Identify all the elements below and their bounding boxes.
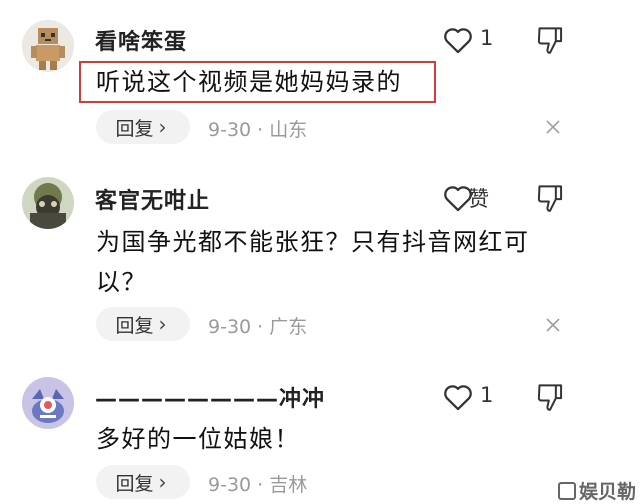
- chevron-right-icon: ›: [158, 115, 167, 139]
- reply-button[interactable]: 回复 ›: [96, 465, 190, 499]
- close-button[interactable]: [545, 119, 561, 135]
- dislike-button[interactable]: [536, 381, 564, 413]
- comment-location: 吉林: [269, 474, 308, 496]
- dislike-button[interactable]: [536, 24, 564, 56]
- close-x-icon: [546, 120, 560, 134]
- avatar-image: [22, 177, 74, 229]
- like-button[interactable]: [441, 380, 475, 414]
- username[interactable]: 客官无咁止: [95, 183, 210, 215]
- dislike-button[interactable]: [536, 182, 564, 214]
- avatar[interactable]: [22, 377, 74, 429]
- comment-text: 为国争光都不能张狂？只有抖音网红可以？: [96, 228, 530, 296]
- avatar-image: [22, 377, 74, 429]
- reply-label: 回复: [115, 472, 154, 495]
- reply-label: 回复: [115, 314, 154, 337]
- like-button[interactable]: [441, 23, 475, 57]
- chevron-right-icon: ›: [158, 470, 167, 494]
- chevron-right-icon: ›: [158, 312, 167, 336]
- comment-location: 广东: [269, 316, 308, 338]
- thumbs-down-icon: [537, 185, 563, 212]
- avatar[interactable]: [22, 20, 74, 72]
- comment-text: 多好的一位姑娘！: [96, 425, 300, 453]
- username[interactable]: 看啥笨蛋: [95, 24, 187, 56]
- meta-separator: ·: [257, 316, 264, 338]
- comment-meta: 9-30 · 广东: [208, 312, 307, 339]
- reply-button[interactable]: 回复 ›: [96, 110, 190, 144]
- like-count: 赞: [468, 187, 489, 211]
- like-count: 1: [480, 383, 494, 407]
- comment-location: 山东: [269, 119, 308, 141]
- thumbs-down-icon: [537, 384, 563, 411]
- heart-outline-icon: [444, 28, 472, 54]
- comment-date: 9-30: [208, 316, 252, 338]
- reply-label: 回复: [115, 117, 154, 140]
- thumbs-down-icon: [537, 27, 563, 54]
- like-count: 1: [480, 26, 494, 50]
- comment-date: 9-30: [208, 474, 252, 496]
- avatar-image: [22, 20, 74, 72]
- username[interactable]: ————————冲冲: [95, 381, 325, 413]
- highlight-box: [79, 61, 436, 103]
- watermark-logo-icon: [558, 482, 576, 500]
- meta-separator: ·: [257, 474, 264, 496]
- comment-meta: 9-30 · 山东: [208, 115, 307, 142]
- meta-separator: ·: [257, 119, 264, 141]
- close-x-icon: [546, 318, 560, 332]
- comment-date: 9-30: [208, 119, 252, 141]
- watermark-text: 娱贝勒: [579, 481, 637, 503]
- reply-button[interactable]: 回复 ›: [96, 307, 190, 341]
- avatar[interactable]: [22, 177, 74, 229]
- close-button[interactable]: [545, 317, 561, 333]
- heart-outline-icon: [444, 385, 472, 411]
- comment-meta: 9-30 · 吉林: [208, 470, 307, 497]
- watermark: 娱贝勒: [558, 477, 636, 504]
